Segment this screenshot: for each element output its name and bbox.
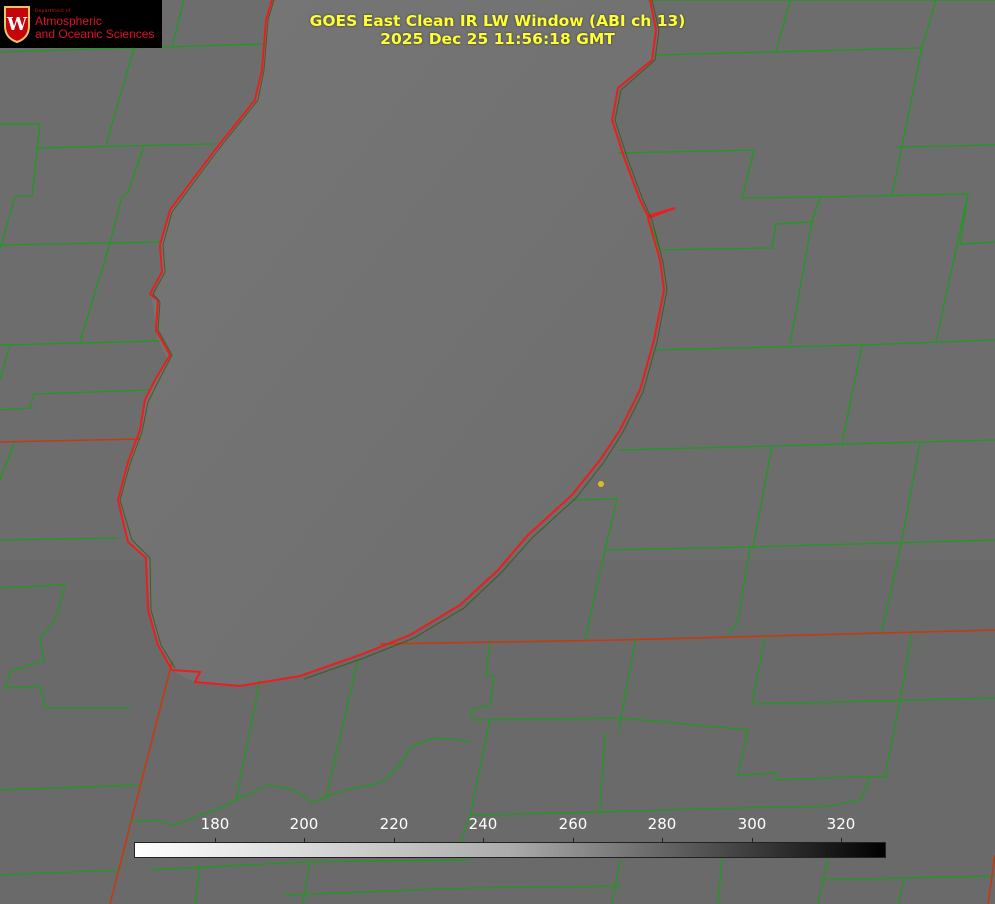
- satellite-map[interactable]: [0, 0, 995, 904]
- image-title: GOES East Clean IR LW Window (ABI ch 13)…: [0, 12, 995, 48]
- location-marker[interactable]: [598, 481, 604, 487]
- title-line-2: 2025 Dec 25 11:56:18 GMT: [380, 30, 615, 48]
- title-line-1: GOES East Clean IR LW Window (ABI ch 13): [309, 12, 686, 30]
